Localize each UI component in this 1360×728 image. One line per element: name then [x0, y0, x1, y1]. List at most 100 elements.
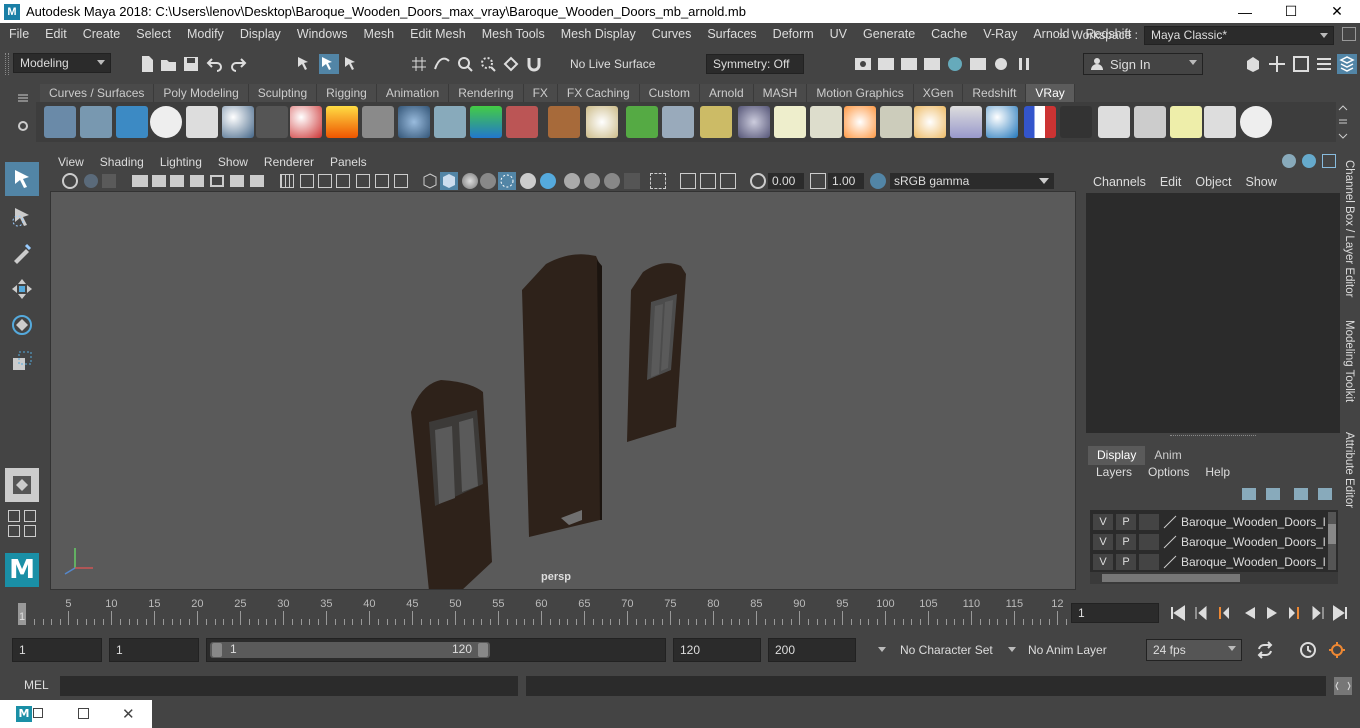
resolution-gate-icon[interactable] [190, 175, 204, 187]
camera-settings-icon[interactable] [132, 175, 148, 187]
vray-dome-light-icon[interactable] [774, 106, 806, 138]
two-view-layout-icon[interactable] [24, 510, 36, 522]
depth-of-field-icon[interactable] [624, 173, 640, 189]
animation-preferences-icon[interactable] [1328, 641, 1348, 659]
vray-globe-icon[interactable] [586, 106, 618, 138]
playback-end-field[interactable]: 120 [673, 638, 761, 662]
vray-checker-icon[interactable] [1060, 106, 1092, 138]
play-forward-icon[interactable] [1264, 605, 1280, 621]
new-layer-icon[interactable] [1294, 488, 1308, 500]
vray-rect-light-icon[interactable] [950, 106, 982, 138]
shelf-tab-fx[interactable]: FX [523, 84, 558, 102]
close-button[interactable]: ✕ [1314, 0, 1360, 23]
image-plane-icon[interactable] [84, 174, 98, 188]
wireframe-icon[interactable] [300, 174, 314, 188]
layer-tab-anim[interactable]: Anim [1145, 446, 1190, 465]
snap-live-icon[interactable] [502, 55, 520, 73]
menu-file[interactable]: File [0, 27, 36, 41]
select-by-component-icon[interactable] [343, 55, 361, 73]
snap-view-plane-icon[interactable] [479, 55, 497, 73]
layer-type-toggle[interactable] [1139, 534, 1159, 550]
graph-layout-icon[interactable] [24, 525, 36, 537]
xray-icon[interactable] [498, 172, 516, 190]
toggle-tool-settings-icon[interactable] [1292, 55, 1310, 73]
layer-visibility-toggle[interactable]: V [1093, 554, 1113, 570]
shelf-scroll-icon[interactable] [1338, 104, 1348, 140]
safe-action-icon[interactable] [250, 175, 264, 187]
select-tool-icon[interactable] [5, 162, 39, 196]
bookmark-icon[interactable] [102, 174, 116, 188]
vray-flag-icon[interactable] [1024, 106, 1056, 138]
layer-visibility-toggle[interactable]: V [1093, 534, 1113, 550]
vray-mesh-icon[interactable] [116, 106, 148, 138]
layer-color-icon[interactable] [1162, 514, 1178, 530]
shelf-tab-rigging[interactable]: Rigging [317, 84, 377, 102]
wireframe-cube-icon[interactable] [422, 173, 438, 189]
tab-channel-box-layer-editor[interactable]: Channel Box / Layer Editor [1343, 160, 1355, 297]
shelf-tab-arnold[interactable]: Arnold [699, 84, 754, 102]
open-scene-icon[interactable] [160, 55, 178, 73]
use-all-lights-icon[interactable] [375, 174, 389, 188]
command-language-toggle[interactable]: MEL [24, 678, 49, 692]
layer-playback-toggle[interactable]: P [1116, 554, 1136, 570]
textured-icon[interactable] [356, 174, 370, 188]
vray-fire-icon[interactable] [326, 106, 358, 138]
hypershade-icon[interactable] [946, 55, 964, 73]
live-surface-dropdown[interactable]: No Live Surface [564, 54, 684, 74]
gamma-icon[interactable] [810, 173, 826, 189]
move-tool-icon[interactable] [5, 272, 39, 306]
range-handle-left[interactable] [212, 643, 222, 657]
menu-set-dropdown[interactable]: Modeling [13, 53, 111, 73]
channel-box-expand-icon[interactable] [1322, 154, 1336, 168]
maximize-window-icon[interactable] [78, 708, 89, 719]
menu-overflow[interactable]: » [1059, 28, 1066, 42]
animation-start-field[interactable]: 1 [12, 638, 102, 662]
pause-icon[interactable] [1015, 55, 1033, 73]
lights-icon[interactable] [480, 173, 496, 189]
vray-starburst-icon[interactable] [914, 106, 946, 138]
vray-curve-icon[interactable] [700, 106, 732, 138]
menu-windows[interactable]: Windows [288, 27, 355, 41]
menu-curves[interactable]: Curves [643, 27, 699, 41]
vray-box-icon[interactable] [398, 106, 430, 138]
viewport-frame-icon[interactable] [680, 173, 696, 189]
range-slider-handle[interactable]: 1 120 [210, 642, 490, 658]
vray-camera-icon[interactable] [256, 106, 288, 138]
vray-plane-icon[interactable] [362, 106, 394, 138]
menu-edit[interactable]: Edit [36, 27, 74, 41]
vray-logo-icon[interactable] [150, 106, 182, 138]
vray-proxy-icon[interactable] [80, 106, 112, 138]
camera-attributes-icon[interactable] [62, 173, 78, 189]
ambient-occlusion-icon[interactable] [564, 173, 580, 189]
redo-icon[interactable] [229, 55, 247, 73]
vray-flakes-icon[interactable] [662, 106, 694, 138]
cb-menu-edit[interactable]: Edit [1153, 175, 1189, 189]
render-current-frame-icon[interactable] [854, 55, 872, 73]
restore-window-icon[interactable] [33, 708, 43, 718]
snap-curve-icon[interactable] [433, 55, 451, 73]
shadows-icon[interactable] [394, 174, 408, 188]
vray-lightbulb-icon[interactable] [1170, 106, 1202, 138]
vray-help-icon[interactable] [1240, 106, 1272, 138]
minimize-button[interactable]: — [1222, 0, 1268, 23]
layer-list-hscrollbar[interactable] [1090, 572, 1338, 584]
shelf-tab-fx-caching[interactable]: FX Caching [557, 84, 640, 102]
menu-create[interactable]: Create [74, 27, 128, 41]
go-to-start-icon[interactable] [1170, 605, 1186, 621]
isolate-select-icon[interactable] [650, 173, 666, 189]
go-to-end-icon[interactable] [1332, 605, 1348, 621]
toggle-attribute-editor-icon[interactable] [1268, 55, 1286, 73]
single-perspective-layout-icon[interactable] [5, 468, 39, 502]
ipr-render-icon[interactable] [877, 55, 895, 73]
channel-box-sync-icon[interactable] [1302, 154, 1316, 168]
maya-taskbar-icon[interactable]: M [16, 706, 32, 722]
color-management-icon[interactable] [870, 173, 886, 189]
menu-cache[interactable]: Cache [922, 27, 974, 41]
layer-color-icon[interactable] [1162, 554, 1178, 570]
shelf-options-icon[interactable] [17, 92, 29, 104]
panel-menu-lighting[interactable]: Lighting [152, 155, 210, 169]
vray-ipr-icon[interactable] [992, 55, 1010, 73]
layer-menu-layers[interactable]: Layers [1088, 465, 1140, 483]
viewport-frame-2-icon[interactable] [700, 173, 716, 189]
layer-visibility-toggle[interactable]: V [1093, 514, 1113, 530]
